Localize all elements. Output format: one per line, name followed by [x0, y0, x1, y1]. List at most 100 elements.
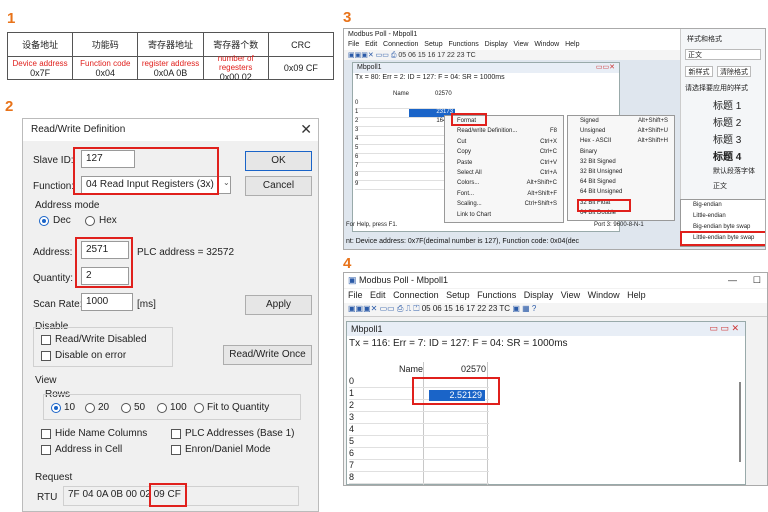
hide-name-columns-checkbox[interactable]	[41, 429, 51, 439]
heading-1-style[interactable]: 标题 1	[713, 97, 741, 112]
rows-50-label: 50	[134, 402, 146, 413]
request-group-label: Request	[35, 472, 73, 483]
menu-functions[interactable]: Functions	[448, 41, 478, 48]
clear-format-button[interactable]: 清除格式	[717, 66, 751, 77]
rows-10-label: 10	[64, 402, 76, 413]
menu-item[interactable]: 32 Bit Unsigned	[568, 169, 674, 179]
menu-item[interactable]: Unsigned Alt+Shift+U	[568, 128, 674, 138]
menu-item[interactable]: 32 Bit Signed	[568, 159, 674, 169]
menu-help[interactable]: Help	[565, 41, 579, 48]
maximize-icon[interactable]: ☐	[753, 275, 761, 286]
toolbar-function-codes[interactable]: 05 06 15 16 17 22 23 TC	[398, 52, 475, 59]
heading-4-style[interactable]: 标题 4	[713, 148, 741, 163]
menu-window[interactable]: Window	[588, 290, 620, 300]
menu-item[interactable]: Link to Chart	[445, 212, 563, 222]
window-buttons-icon[interactable]: ▭ ▭ ✕	[709, 323, 739, 334]
menu-item[interactable]: Colors... Alt+Shift+C	[445, 180, 563, 190]
table-row: 5	[355, 145, 455, 154]
rw-once-button[interactable]: Read/Write Once	[223, 345, 312, 365]
menu-item[interactable]: Hex - ASCII Alt+Shift+H	[568, 138, 674, 148]
function-code-value: 0x04	[95, 67, 116, 78]
ok-button[interactable]: OK	[245, 151, 312, 171]
rw-disabled-checkbox[interactable]	[41, 335, 51, 345]
menu-item-shortcut: Alt+Shift+F	[527, 190, 557, 197]
step-number-4: 4	[343, 255, 352, 272]
menu-setup[interactable]: Setup	[424, 41, 442, 48]
row-id: 2	[349, 400, 355, 410]
menu-item[interactable]: Font... Alt+Shift+F	[445, 191, 563, 201]
disable-on-error-checkbox[interactable]	[41, 351, 51, 361]
scrollbar[interactable]	[739, 382, 741, 462]
dialog-title-bar: Read/Write Definition ✕	[23, 119, 318, 141]
table-row: 6	[349, 448, 489, 460]
address-in-cell-checkbox[interactable]	[41, 445, 51, 455]
rows-50-radio[interactable]	[121, 403, 131, 413]
menu-item[interactable]: Copy Ctrl+C	[445, 149, 563, 159]
menu-connection[interactable]: Connection	[383, 41, 418, 48]
close-icon[interactable]: ✕	[300, 121, 312, 138]
menu-item[interactable]: Big-endian	[681, 202, 765, 213]
scan-rate-input[interactable]: 1000	[81, 293, 133, 311]
highlight-crc	[149, 483, 187, 507]
menu-edit[interactable]: Edit	[370, 290, 386, 300]
rows-10-radio[interactable]	[51, 403, 61, 413]
menu-connection[interactable]: Connection	[393, 290, 439, 300]
menu-item-shortcut: Alt+Shift+C	[526, 180, 557, 187]
menu-item[interactable]: 64 Bit Signed	[568, 179, 674, 189]
menu-help[interactable]: Help	[627, 290, 646, 300]
highlight-slave-function	[73, 147, 219, 195]
menu-view[interactable]: View	[513, 41, 528, 48]
menu-display[interactable]: Display	[485, 41, 508, 48]
menu-setup[interactable]: Setup	[446, 290, 470, 300]
hide-name-columns-label: Hide Name Columns	[55, 428, 148, 439]
menu-item[interactable]: Read/write Definition... F8	[445, 128, 563, 138]
style-input[interactable]: 正文	[685, 49, 761, 60]
menu-view[interactable]: View	[561, 290, 580, 300]
col-name-header: Name	[393, 91, 410, 97]
dec-radio[interactable]	[39, 216, 49, 226]
toolbar-extra-icons[interactable]: ▣ ▦ ?	[512, 304, 536, 313]
menu-display[interactable]: Display	[524, 290, 554, 300]
window-buttons-icon[interactable]: ▭▭✕	[596, 63, 615, 71]
device-address-sublabel: Device address	[12, 58, 68, 68]
body-style[interactable]: 正文	[713, 181, 727, 191]
menu-item[interactable]: Select All Ctrl+A	[445, 170, 563, 180]
hex-radio[interactable]	[85, 216, 95, 226]
styles-panel-title: 样式和格式	[687, 36, 722, 43]
default-font-style[interactable]: 默认段落字体	[713, 166, 755, 176]
step-number-1: 1	[7, 10, 16, 27]
toolbar-icons[interactable]: ▣▣▣✕ ▭▭ ⎙	[348, 52, 398, 59]
menu-edit[interactable]: Edit	[365, 41, 377, 48]
menu-item[interactable]: Signed Alt+Shift+S	[568, 118, 674, 128]
rows-20-radio[interactable]	[85, 403, 95, 413]
rows-fit-radio[interactable]	[194, 403, 204, 413]
new-style-button[interactable]: 新样式	[685, 66, 713, 77]
toolbar-icons[interactable]: ▣▣▣✕ ▭▭ ⎙ ⎍ ⏍	[348, 304, 422, 313]
apply-button[interactable]: Apply	[245, 295, 312, 315]
menu-file[interactable]: File	[348, 290, 363, 300]
menu-functions[interactable]: Functions	[477, 290, 516, 300]
menu-item[interactable]: Cut Ctrl+X	[445, 139, 563, 149]
plc-base1-checkbox[interactable]	[171, 429, 181, 439]
table-header-row: 设备地址 功能码 寄存器地址 寄存器个数 CRC	[8, 33, 333, 57]
minimize-icon[interactable]: —	[728, 275, 737, 285]
menu-item[interactable]: Binary	[568, 149, 674, 159]
heading-2-style[interactable]: 标题 2	[713, 114, 741, 129]
enron-daniel-checkbox[interactable]	[171, 445, 181, 455]
toolbar-function-codes[interactable]: 05 06 15 16 17 22 23 TC	[422, 304, 510, 313]
menu-window[interactable]: Window	[534, 41, 559, 48]
menu-file[interactable]: File	[348, 41, 359, 48]
menu-item[interactable]: Little-endian	[681, 213, 765, 224]
value-cell: number of regesters 0x00 02	[204, 54, 269, 82]
rows-100-radio[interactable]	[157, 403, 167, 413]
cancel-button[interactable]: Cancel	[245, 176, 312, 196]
table-row: 8	[355, 172, 455, 181]
row-id: 3	[355, 127, 359, 133]
menu-item-label: 64 Bit Unsigned	[580, 189, 623, 196]
menu-item-label: Binary	[580, 148, 598, 155]
menu-item[interactable]: Paste Ctrl+V	[445, 160, 563, 170]
menu-item[interactable]: Scaling... Ctrl+Shift+S	[445, 201, 563, 211]
heading-3-style[interactable]: 标题 3	[713, 131, 741, 146]
chevron-down-icon[interactable]: ⌄	[223, 178, 230, 187]
address-label: Address:	[33, 247, 73, 258]
